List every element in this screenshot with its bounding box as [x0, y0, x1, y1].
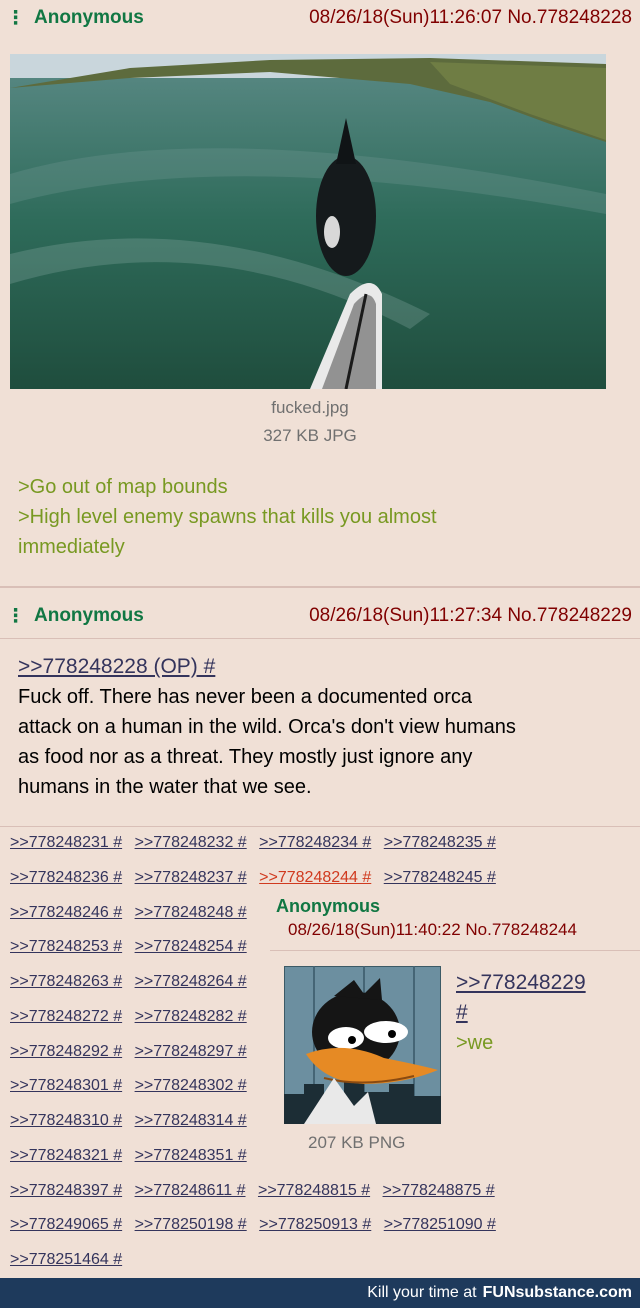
backlink[interactable]: >>778248236 # [10, 869, 122, 886]
backlink-row: >>778248301 # >>778248302 # [10, 1077, 255, 1095]
post-778248229: ⋮ Anonymous 08/26/18(Sun)11:27:34 No.778… [0, 594, 640, 826]
op-quotelink[interactable]: >>778248228 (OP) # [18, 655, 215, 678]
post-datetime: 08/26/18(Sun)11:27:34 [309, 605, 503, 626]
post-number[interactable]: No.778248244 [465, 920, 577, 939]
reply-image[interactable] [284, 966, 441, 1124]
backlink[interactable]: >>778248232 # [135, 834, 247, 851]
file-meta: 207 KB PNG [308, 1133, 406, 1152]
backlink[interactable]: >>778248248 # [135, 904, 247, 921]
backlink[interactable]: >>778251090 # [384, 1216, 496, 1233]
backlink[interactable]: >>778248263 # [10, 973, 122, 990]
backlink[interactable]: >>778248875 # [383, 1182, 495, 1199]
quotelink-hash[interactable]: # [456, 1001, 468, 1024]
backlink[interactable]: >>778248310 # [10, 1112, 122, 1129]
orca-photo [10, 54, 606, 389]
post-meta: 08/26/18(Sun)11:26:07 No.778248228 [309, 7, 632, 29]
post-778248228: ⋮ Anonymous 08/26/18(Sun)11:26:07 No.778… [0, 0, 640, 588]
duck-image [284, 966, 441, 1124]
backlink[interactable]: >>778248272 # [10, 1008, 122, 1025]
greentext-line: immediately [18, 536, 125, 558]
post-image[interactable] [10, 54, 606, 389]
backlink-row: >>778248246 # >>778248248 # [10, 904, 255, 922]
post-number[interactable]: No.778248228 [507, 7, 632, 28]
reply-body: >>778248229 # >we [456, 968, 586, 1058]
greentext-line: >Go out of map bounds [18, 476, 228, 498]
post-header: ⋮ Anonymous 08/26/18(Sun)11:26:07 No.778… [0, 0, 640, 36]
divider [0, 826, 640, 827]
backlink[interactable]: >>778250198 # [135, 1216, 247, 1233]
body-line: humans in the water that we see. [18, 776, 312, 798]
backlink[interactable]: >>778248351 # [135, 1147, 247, 1164]
backlink[interactable]: >>778248815 # [258, 1182, 370, 1199]
greentext-line: >we [456, 1032, 494, 1054]
backlink[interactable]: >>778248397 # [10, 1182, 122, 1199]
backlink[interactable]: >>778251464 # [10, 1251, 122, 1268]
backlink-row: >>778248272 # >>778248282 # [10, 1008, 255, 1026]
post-number[interactable]: No.778248229 [507, 605, 632, 626]
backlink-row: >>778248231 # >>778248232 # >>778248234 … [10, 834, 504, 852]
poster-name: Anonymous [276, 896, 381, 916]
backlink[interactable]: >>778248245 # [384, 869, 496, 886]
post-body: >Go out of map bounds >High level enemy … [18, 472, 437, 562]
post-datetime: 08/26/18(Sun)11:26:07 [309, 7, 503, 28]
backlink[interactable]: >>778248302 # [135, 1077, 247, 1094]
backlink[interactable]: >>778248292 # [10, 1043, 122, 1060]
backlink-row: >>778251464 # [10, 1251, 130, 1269]
backlink-row: >>778248236 # >>778248237 # >>778248244 … [10, 869, 504, 887]
file-meta: 327 KB JPG [263, 426, 357, 445]
backlink[interactable]: >>778248235 # [384, 834, 496, 851]
backlink-row: >>778248253 # >>778248254 # [10, 938, 255, 956]
divider [270, 950, 640, 951]
backlink[interactable]: >>778248282 # [135, 1008, 247, 1025]
backlink-row: >>778248292 # >>778248297 # [10, 1043, 255, 1061]
body-line: Fuck off. There has never been a documen… [18, 686, 472, 708]
backlink[interactable]: >>778248253 # [10, 938, 122, 955]
menu-dots-icon[interactable]: ⋮ [6, 605, 25, 628]
backlink[interactable]: >>778248264 # [135, 973, 247, 990]
backlink[interactable]: >>778248237 # [135, 869, 247, 886]
greentext-line: >High level enemy spawns that kills you … [18, 506, 437, 528]
backlink[interactable]: >>778248297 # [135, 1043, 247, 1060]
backlink[interactable]: >>778248611 # [135, 1182, 246, 1199]
backlink-row: >>778248310 # >>778248314 # [10, 1112, 255, 1130]
backlink-row: >>778248397 # >>778248611 # >>778248815 … [10, 1182, 503, 1200]
backlink[interactable]: >>778248246 # [10, 904, 122, 921]
post-body: >>778248228 (OP) # Fuck off. There has n… [18, 652, 628, 802]
divider [0, 638, 640, 639]
body-line: as food nor as a threat. They mostly jus… [18, 746, 473, 768]
file-name[interactable]: fucked.jpg [0, 398, 620, 418]
backlink[interactable]: >>778248231 # [10, 834, 122, 851]
reply-preview-778248244: Anonymous 08/26/18(Sun)11:40:22 No.77824… [270, 888, 640, 1178]
quotelink[interactable]: >>778248229 [456, 971, 586, 994]
menu-dots-icon[interactable]: ⋮ [6, 7, 25, 30]
post-header: ⋮ Anonymous 08/26/18(Sun)11:27:34 No.778… [0, 598, 640, 634]
backlink-row: >>778248263 # >>778248264 # [10, 973, 255, 991]
post-meta: 08/26/18(Sun)11:27:34 No.778248229 [309, 605, 632, 627]
watermark-footer: Kill your time at FUNsubstance.com [0, 1278, 640, 1308]
backlink[interactable]: >>778248321 # [10, 1147, 122, 1164]
poster-name: Anonymous [34, 7, 144, 28]
post-meta: 08/26/18(Sun)11:40:22 No.778248244 [288, 920, 577, 940]
poster-name: Anonymous [34, 605, 144, 626]
backlink-highlighted[interactable]: >>778248244 # [259, 869, 371, 886]
body-line: attack on a human in the wild. Orca's do… [18, 716, 516, 738]
backlink-row: >>778248321 # >>778248351 # [10, 1147, 255, 1165]
backlink-row: >>778249065 # >>778250198 # >>778250913 … [10, 1216, 504, 1234]
footer-text: Kill your time at [367, 1284, 477, 1301]
backlink[interactable]: >>778248234 # [259, 834, 371, 851]
post-datetime: 08/26/18(Sun)11:40:22 [288, 920, 461, 939]
footer-brand: FUNsubstance.com [482, 1284, 632, 1301]
backlink[interactable]: >>778248314 # [135, 1112, 247, 1129]
backlink[interactable]: >>778248254 # [135, 938, 247, 955]
backlink[interactable]: >>778250913 # [259, 1216, 371, 1233]
backlink[interactable]: >>778248301 # [10, 1077, 122, 1094]
backlink[interactable]: >>778249065 # [10, 1216, 122, 1233]
